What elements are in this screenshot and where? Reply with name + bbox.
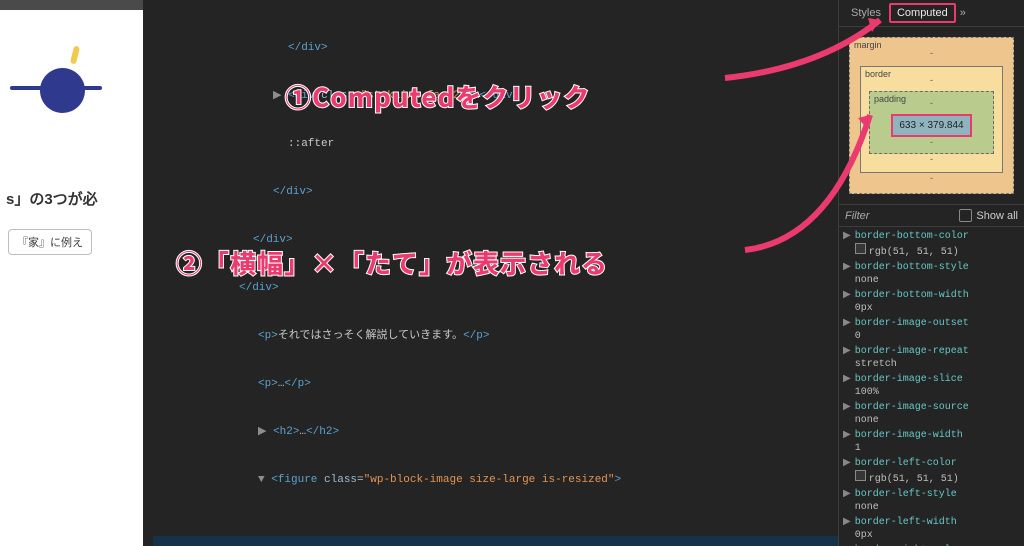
window-top-strip: [0, 0, 143, 10]
selected-element-block[interactable]: <noscript>…</noscript> <img src="https:/…: [153, 536, 839, 546]
tab-computed[interactable]: Computed: [889, 3, 956, 23]
more-tabs-icon[interactable]: »: [960, 7, 966, 19]
code-line[interactable]: <p>…</p>: [153, 376, 839, 392]
computed-prop[interactable]: ▶border-image-slice100%: [839, 372, 1024, 400]
computed-prop[interactable]: ▶border-left-width0px: [839, 515, 1024, 543]
elements-panel[interactable]: </div> ▶ <div class="st-kaiwa-face2">…</…: [143, 0, 839, 546]
filter-row: Filter Show all: [839, 204, 1024, 227]
filter-input[interactable]: Filter: [845, 210, 959, 222]
computed-prop[interactable]: ▶border-image-sourcenone: [839, 400, 1024, 428]
code-line[interactable]: </div>: [153, 280, 839, 296]
show-all-label: Show all: [976, 210, 1018, 222]
code-line[interactable]: ▶ <div class="st-kaiwa-face2">…</div>: [153, 88, 839, 104]
computed-prop[interactable]: ▶border-bottom-stylenone: [839, 260, 1024, 288]
underlying-page-sliver: s」の3つが必 『家』に例え: [0, 10, 143, 546]
page-illustration: [10, 28, 120, 128]
computed-properties-list[interactable]: ▶border-bottom-colorrgb(51, 51, 51)▶bord…: [839, 227, 1024, 546]
computed-prop[interactable]: ▶border-left-colorrgb(51, 51, 51): [839, 456, 1024, 487]
show-all-checkbox[interactable]: [959, 209, 972, 222]
computed-prop[interactable]: ▶border-left-stylenone: [839, 487, 1024, 515]
tab-styles[interactable]: Styles: [843, 3, 889, 23]
box-model-content-size: 633 × 379.844: [891, 114, 971, 137]
computed-prop[interactable]: ▶border-image-repeatstretch: [839, 344, 1024, 372]
box-model-diagram[interactable]: margin - border - padding - 633 × 379.84…: [839, 27, 1024, 204]
computed-prop[interactable]: ▶border-bottom-width0px: [839, 288, 1024, 316]
computed-prop[interactable]: ▶border-bottom-colorrgb(51, 51, 51): [839, 229, 1024, 260]
code-line[interactable]: </div>: [153, 40, 839, 56]
styles-sidebar: Styles Computed » margin - border - padd…: [838, 0, 1024, 546]
code-line[interactable]: <p>それではさっそく解説していきます。</p>: [153, 328, 839, 344]
page-heading-fragment: s」の3つが必: [6, 188, 143, 209]
code-line[interactable]: </div>: [153, 184, 839, 200]
code-line[interactable]: ::after: [153, 136, 839, 152]
code-line[interactable]: </div>: [153, 232, 839, 248]
page-pill-label: 『家』に例え: [8, 229, 92, 255]
code-line-figure-open[interactable]: ▼ <figure class="wp-block-image size-lar…: [153, 472, 839, 488]
side-tabs: Styles Computed »: [839, 0, 1024, 27]
code-line[interactable]: ▶ <h2>…</h2>: [153, 424, 839, 440]
computed-prop[interactable]: ▶border-image-width1: [839, 428, 1024, 456]
computed-prop[interactable]: ▶border-image-outset0: [839, 316, 1024, 344]
